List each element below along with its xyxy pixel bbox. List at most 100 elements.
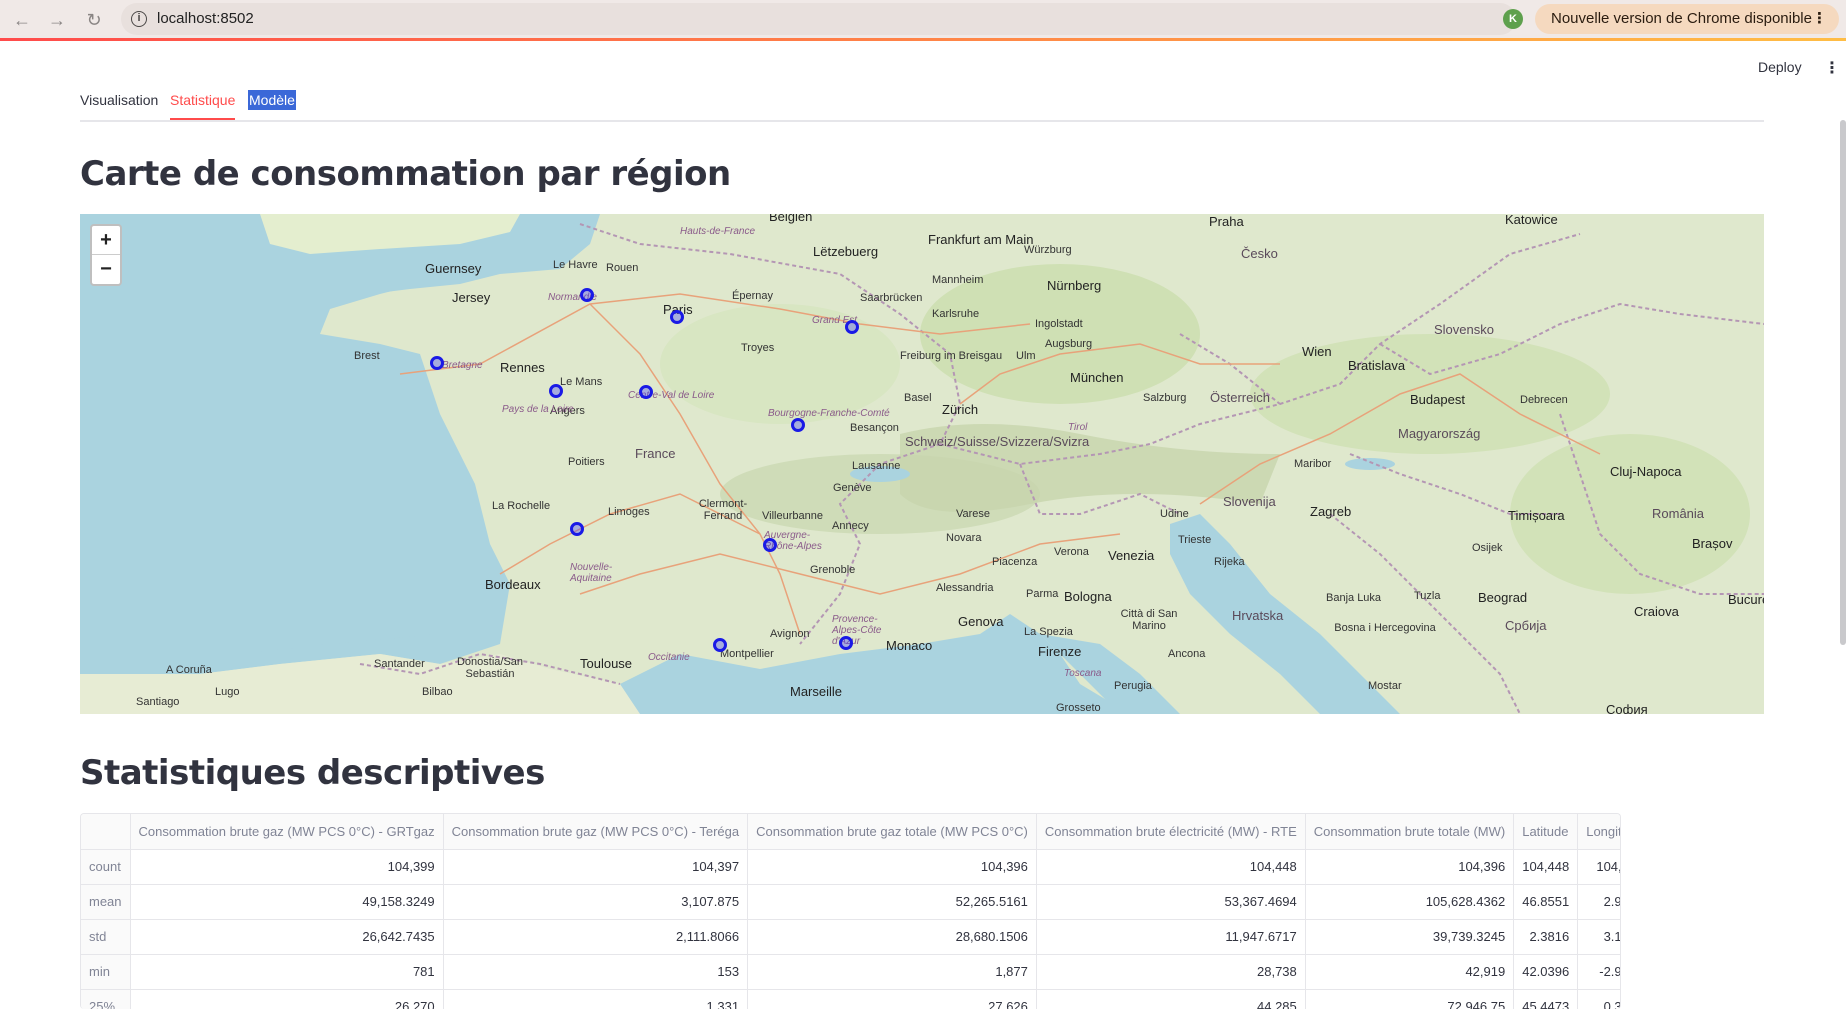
table-cell[interactable]: 0.3707 — [1577, 989, 1620, 1009]
table-cell[interactable]: 104,448 — [1577, 849, 1620, 885]
map-label: Santander — [374, 658, 425, 670]
region-marker[interactable] — [763, 538, 777, 552]
table-cell[interactable]: 781 — [130, 954, 444, 990]
region-marker[interactable] — [430, 356, 444, 370]
map-label: Praha — [1209, 214, 1244, 229]
map-label: Belgien — [769, 214, 813, 224]
page-scrollbar[interactable] — [1840, 120, 1846, 645]
table-cell[interactable]: 104,396 — [747, 849, 1037, 885]
map-label: Banja Luka — [1326, 592, 1382, 604]
region-marker[interactable] — [570, 522, 584, 536]
map-label: Lausanne — [852, 460, 901, 472]
table-cell[interactable]: 104,448 — [1513, 849, 1579, 885]
region-marker[interactable] — [580, 288, 594, 302]
map-label: Tirol — [1068, 422, 1088, 433]
site-info-icon[interactable]: i — [131, 11, 147, 27]
table-cell[interactable]: 2.9314 — [1577, 884, 1620, 920]
deploy-button[interactable]: Deploy — [1758, 59, 1802, 75]
table-cell[interactable]: 2,111.8066 — [443, 919, 749, 955]
chrome-update-button[interactable]: Nouvelle version de Chrome disponible ⋮ — [1535, 4, 1839, 34]
table-cell[interactable]: 1,331 — [443, 989, 749, 1009]
region-marker[interactable] — [839, 636, 853, 650]
table-cell[interactable]: 27,626 — [747, 989, 1037, 1009]
back-icon[interactable]: ← — [9, 7, 35, 33]
map-label: Beograd — [1478, 590, 1528, 605]
table-cell[interactable]: 26,270 — [130, 989, 444, 1009]
table-cell[interactable]: 1,877 — [747, 954, 1037, 990]
column-header[interactable] — [81, 814, 131, 850]
table-cell[interactable]: 104,396 — [1305, 849, 1515, 885]
region-marker[interactable] — [670, 310, 684, 324]
map-label: Donostia/San Sebastián — [456, 656, 524, 680]
map-label: Guernsey — [425, 261, 482, 276]
region-marker[interactable] — [845, 320, 859, 334]
map-label: Grosseto — [1056, 702, 1101, 714]
reload-icon[interactable]: ↻ — [81, 7, 107, 33]
table-cell[interactable]: 52,265.5161 — [747, 884, 1037, 920]
table-cell[interactable]: 3.1079 — [1577, 919, 1620, 955]
map-label: România — [1652, 506, 1705, 521]
table-cell[interactable]: 46.8551 — [1513, 884, 1579, 920]
region-marker[interactable] — [639, 385, 653, 399]
forward-icon[interactable]: → — [44, 7, 70, 33]
column-header[interactable]: Latitude — [1513, 814, 1579, 850]
map-label: Mannheim — [932, 274, 984, 286]
table-cell[interactable]: 3,107.875 — [443, 884, 749, 920]
table-row: mean 49,158.3249 3,107.875 52,265.5161 5… — [81, 884, 1620, 920]
chrome-menu-icon[interactable]: ⋮ — [1812, 4, 1827, 34]
tab-statistique[interactable]: Statistique — [170, 92, 236, 120]
map-label: Србија — [1505, 618, 1547, 633]
map-label: Villeurbanne — [762, 510, 823, 522]
region-marker[interactable] — [713, 638, 727, 652]
map-label: Avignon — [770, 628, 810, 640]
map-label: Würzburg — [1024, 244, 1072, 256]
table-cell[interactable]: 104,397 — [443, 849, 749, 885]
zoom-out-button[interactable]: − — [92, 255, 120, 284]
column-header[interactable]: Consommation brute électricité (MW) - RT… — [1036, 814, 1306, 850]
map-label: Slovenija — [1223, 494, 1276, 509]
table-cell[interactable]: 11,947.6717 — [1036, 919, 1306, 955]
map-label: Le Mans — [560, 376, 603, 388]
column-header[interactable]: Longitude — [1577, 814, 1620, 850]
table-row: 25% 26,270 1,331 27,626 44,285 72,946.75… — [81, 989, 1620, 1009]
table-cell[interactable]: 49,158.3249 — [130, 884, 444, 920]
region-marker[interactable] — [791, 418, 805, 432]
table-cell[interactable]: 72,946.75 — [1305, 989, 1515, 1009]
profile-avatar[interactable]: K — [1503, 9, 1523, 29]
map-label: Besançon — [850, 422, 899, 434]
table-cell[interactable]: 28,738 — [1036, 954, 1306, 990]
table-cell[interactable]: 45.4473 — [1513, 989, 1579, 1009]
map-label: Budapest — [1410, 392, 1465, 407]
table-cell[interactable]: 105,628.4362 — [1305, 884, 1515, 920]
table-cell[interactable]: 39,739.3245 — [1305, 919, 1515, 955]
map-label: Ingolstadt — [1035, 318, 1083, 330]
region-marker[interactable] — [549, 384, 563, 398]
tab-modele[interactable]: Modèle — [248, 90, 296, 110]
map-label: Occitanie — [648, 652, 690, 663]
address-bar[interactable]: i localhost:8502 G ☆ — [121, 3, 1591, 35]
map-label: Lëtzebuerg — [813, 244, 879, 259]
table-cell[interactable]: -2.9326 — [1577, 954, 1620, 990]
table-cell[interactable]: 28,680.1506 — [747, 919, 1037, 955]
table-cell[interactable]: 104,399 — [130, 849, 444, 885]
tab-visualisation[interactable]: Visualisation — [80, 92, 158, 118]
map-label: Bilbao — [422, 686, 453, 698]
stats-table[interactable]: Consommation brute gaz (MW PCS 0°C) - GR… — [80, 813, 1621, 1009]
column-header[interactable]: Consommation brute gaz (MW PCS 0°C) - GR… — [130, 814, 444, 850]
table-cell[interactable]: 26,642.7435 — [130, 919, 444, 955]
table-cell[interactable]: 153 — [443, 954, 749, 990]
column-header[interactable]: Consommation brute gaz (MW PCS 0°C) - Te… — [443, 814, 749, 850]
map-zoom-control: + − — [90, 224, 122, 286]
table-cell[interactable]: 42,919 — [1305, 954, 1515, 990]
map-label: Jersey — [452, 290, 491, 305]
column-header[interactable]: Consommation brute totale (MW) — [1305, 814, 1515, 850]
table-cell[interactable]: 44,285 — [1036, 989, 1306, 1009]
column-header[interactable]: Consommation brute gaz totale (MW PCS 0°… — [747, 814, 1037, 850]
table-cell[interactable]: 53,367.4694 — [1036, 884, 1306, 920]
zoom-in-button[interactable]: + — [92, 226, 120, 255]
main-menu-icon[interactable]: ⋮ — [1824, 58, 1840, 78]
table-cell[interactable]: 42.0396 — [1513, 954, 1579, 990]
consumption-map[interactable]: + − Belgien Praha Katowice Hauts-de-Fran… — [80, 214, 1764, 714]
table-cell[interactable]: 2.3816 — [1513, 919, 1579, 955]
table-cell[interactable]: 104,448 — [1036, 849, 1306, 885]
